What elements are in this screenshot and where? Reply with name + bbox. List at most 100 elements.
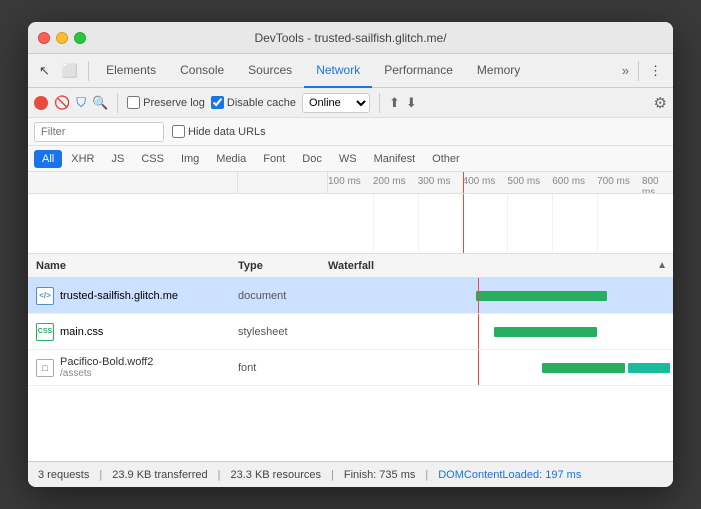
network-toolbar: 🚫 ⛉ 🔍 Preserve log Disable cache Online … — [28, 88, 673, 118]
close-button[interactable] — [38, 32, 50, 44]
row1-name: </> trusted-sailfish.glitch.me — [28, 287, 238, 305]
main-toolbar: ↖ ⬜ Elements Console Sources Network Per… — [28, 54, 673, 88]
row3-bar2 — [628, 363, 669, 373]
html-file-icon: </> — [36, 287, 54, 305]
timeline-redline — [463, 172, 464, 193]
tab-elements[interactable]: Elements — [94, 54, 168, 88]
preserve-log-checkbox[interactable] — [127, 96, 140, 109]
tab-sources[interactable]: Sources — [236, 54, 304, 88]
type-tab-font[interactable]: Font — [255, 150, 293, 168]
record-button[interactable] — [34, 96, 48, 110]
row3-name: □ Pacifico-Bold.woff2 /assets — [28, 356, 238, 379]
traffic-lights — [38, 32, 86, 44]
tab-console[interactable]: Console — [168, 54, 236, 88]
row1-name-text: trusted-sailfish.glitch.me — [60, 290, 178, 302]
type-tab-other[interactable]: Other — [424, 150, 468, 168]
disable-cache-label[interactable]: Disable cache — [211, 96, 296, 109]
row2-name-text: main.css — [60, 326, 103, 338]
filter-input[interactable] — [34, 122, 164, 142]
th-type[interactable]: Type — [238, 260, 328, 272]
tab-memory[interactable]: Memory — [465, 54, 532, 88]
titlebar: DevTools - trusted-sailfish.glitch.me/ — [28, 22, 673, 54]
import-har-button[interactable]: ⬆ — [389, 95, 400, 111]
row2-redline — [478, 314, 479, 349]
row3-bar1 — [542, 363, 625, 373]
more-tabs-button[interactable]: » — [618, 61, 633, 80]
marker-700ms: 700 ms — [597, 176, 630, 187]
network-settings-button[interactable]: ⚙ — [654, 94, 667, 112]
row1-redline — [478, 278, 479, 313]
row1-waterfall — [328, 278, 673, 313]
type-tab-manifest[interactable]: Manifest — [366, 150, 424, 168]
hide-data-label[interactable]: Hide data URLs — [172, 125, 266, 138]
resources-size: 23.3 KB resources — [230, 469, 321, 481]
filter-row: Hide data URLs — [28, 118, 673, 146]
row2-waterfall — [328, 314, 673, 349]
window-title: DevTools - trusted-sailfish.glitch.me/ — [254, 31, 446, 45]
hide-data-checkbox[interactable] — [172, 125, 185, 138]
table-row[interactable]: </> trusted-sailfish.glitch.me document — [28, 278, 673, 314]
type-tab-doc[interactable]: Doc — [294, 150, 330, 168]
row3-redline — [478, 350, 479, 385]
sort-arrow-icon: ▲ — [657, 260, 667, 271]
type-tab-xhr[interactable]: XHR — [63, 150, 102, 168]
tab-performance[interactable]: Performance — [372, 54, 465, 88]
devtools-window: DevTools - trusted-sailfish.glitch.me/ ↖… — [28, 22, 673, 487]
throttle-select[interactable]: Online Fast 3G Slow 3G Offline — [302, 93, 370, 113]
marker-500ms: 500 ms — [507, 176, 540, 187]
row3-waterfall — [328, 350, 673, 385]
timeline-header: 100 ms 200 ms 300 ms 400 ms 500 ms 600 m… — [28, 172, 673, 194]
type-filter-tabs: All XHR JS CSS Img Media Font Doc WS Man… — [28, 146, 673, 172]
dom-content-loaded[interactable]: DOMContentLoaded: 197 ms — [438, 469, 581, 481]
net-sep-2 — [379, 93, 380, 113]
finish-time: Finish: 735 ms — [344, 469, 416, 481]
status-bar: 3 requests | 23.9 KB transferred | 23.3 … — [28, 461, 673, 487]
type-tab-ws[interactable]: WS — [331, 150, 365, 168]
marker-600ms: 600 ms — [552, 176, 585, 187]
row2-type: stylesheet — [238, 326, 328, 338]
th-name[interactable]: Name — [28, 260, 238, 272]
disable-cache-checkbox[interactable] — [211, 96, 224, 109]
export-har-button[interactable]: ⬇ — [406, 95, 417, 111]
toolbar-separator-2 — [638, 61, 639, 81]
type-tab-js[interactable]: JS — [103, 150, 132, 168]
css-file-icon: CSS — [36, 323, 54, 341]
device-button[interactable]: ⬜ — [57, 60, 83, 82]
filter-button[interactable]: ⛉ — [76, 95, 86, 111]
row1-bar — [476, 291, 607, 301]
th-waterfall[interactable]: Waterfall ▲ — [328, 260, 673, 272]
marker-100ms: 100 ms — [328, 176, 361, 187]
maximize-button[interactable] — [74, 32, 86, 44]
row3-type: font — [238, 362, 328, 374]
net-sep-1 — [117, 93, 118, 113]
more-options-button[interactable]: ⋮ — [644, 60, 667, 82]
minimize-button[interactable] — [56, 32, 68, 44]
row1-type: document — [238, 290, 328, 302]
clear-button[interactable]: 🚫 — [54, 95, 70, 111]
table-body: </> trusted-sailfish.glitch.me document … — [28, 278, 673, 461]
transferred-size: 23.9 KB transferred — [112, 469, 207, 481]
table-row[interactable]: CSS main.css stylesheet — [28, 314, 673, 350]
table-row[interactable]: □ Pacifico-Bold.woff2 /assets font — [28, 350, 673, 386]
preserve-log-label[interactable]: Preserve log — [127, 96, 205, 109]
row3-name-text: Pacifico-Bold.woff2 /assets — [60, 356, 153, 379]
font-file-icon: □ — [36, 359, 54, 377]
type-tab-css[interactable]: CSS — [133, 150, 172, 168]
search-button[interactable]: 🔍 — [92, 95, 108, 111]
tab-network[interactable]: Network — [304, 54, 372, 88]
timeline-markers-container: 100 ms 200 ms 300 ms 400 ms 500 ms 600 m… — [328, 172, 673, 193]
type-tab-media[interactable]: Media — [208, 150, 254, 168]
marker-200ms: 200 ms — [373, 176, 406, 187]
row2-bar — [494, 327, 598, 337]
nav-tabs: Elements Console Sources Network Perform… — [94, 54, 616, 88]
type-tab-img[interactable]: Img — [173, 150, 207, 168]
row2-name: CSS main.css — [28, 323, 238, 341]
marker-800ms: 800 ms — [642, 176, 673, 194]
marker-300ms: 300 ms — [418, 176, 451, 187]
toolbar-separator — [88, 61, 89, 81]
cursor-button[interactable]: ↖ — [34, 60, 55, 82]
marker-400ms: 400 ms — [463, 176, 496, 187]
timeline-graph — [28, 194, 673, 254]
type-tab-all[interactable]: All — [34, 150, 62, 168]
requests-count: 3 requests — [38, 469, 89, 481]
